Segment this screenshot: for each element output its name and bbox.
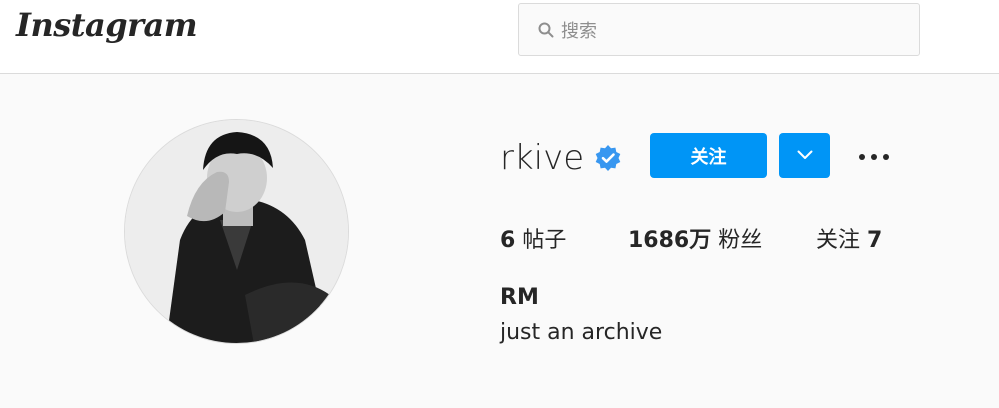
followers-count[interactable]: 1686万 <box>628 228 711 253</box>
instagram-logo[interactable]: Instagram <box>16 6 198 44</box>
suggested-accounts-dropdown-button[interactable] <box>779 133 830 178</box>
profile-username: rkive <box>500 138 585 178</box>
search-placeholder[interactable]: 搜索 <box>561 17 597 43</box>
followers-label[interactable]: 粉丝 <box>718 228 762 253</box>
more-options-button[interactable] <box>852 140 896 170</box>
following-label[interactable]: 关注 <box>816 228 860 253</box>
chevron-down-icon <box>797 148 813 163</box>
profile-avatar[interactable] <box>124 119 349 344</box>
search-box[interactable]: 搜索 <box>518 3 920 56</box>
follow-button[interactable]: 关注 <box>650 133 767 178</box>
verified-badge-icon <box>594 144 622 172</box>
search-icon <box>537 21 555 39</box>
followers-stat[interactable]: 1686万 粉丝 <box>628 222 762 254</box>
profile-bio: just an archive <box>500 320 663 345</box>
more-options-icon <box>858 146 890 165</box>
posts-stat: 6 帖子 <box>500 222 566 254</box>
posts-count: 6 <box>500 228 516 253</box>
following-stat[interactable]: 关注 7 <box>816 222 882 254</box>
profile-full-name: RM <box>500 285 539 310</box>
posts-label: 帖子 <box>522 228 567 253</box>
following-count[interactable]: 7 <box>867 228 882 253</box>
top-navigation-bar: Instagram 搜索 <box>0 0 999 74</box>
